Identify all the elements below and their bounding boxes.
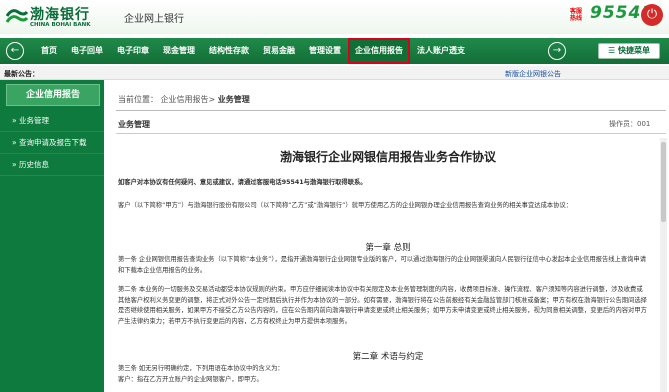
notice-bar: 最新公告： 新版企业网银公告	[0, 66, 669, 80]
arrow-right-icon[interactable]: →	[548, 42, 566, 60]
agreement-title: 渤海银行企业网银信用报告业务合作协议	[279, 150, 496, 164]
nav-items: 首页 电子回单 电子印章 现金管理 结构性存款 贸易金融 管理设置 企业信用报告…	[34, 38, 472, 64]
bank-logo[interactable]: 渤海银行 CHINA BOHAI BANK	[6, 4, 116, 32]
nav-item-e-receipt[interactable]: 电子回单	[64, 38, 110, 64]
divider	[116, 110, 666, 111]
arrow-left-icon[interactable]: ←	[6, 42, 24, 60]
divider	[116, 133, 666, 134]
main-nav: ← 首页 电子回单 电子印章 现金管理 结构性存款 贸易金融 管理设置 企业信用…	[0, 38, 669, 64]
nav-item-credit-report[interactable]: 企业信用报告	[348, 38, 410, 64]
agreement-notice: 如客户对本协议有任何疑问、意见或建议，请通过客服电话95541与渤海银行取得联系…	[118, 179, 367, 186]
logo-text-cn: 渤海银行	[30, 7, 90, 23]
chapter-1-title: 第一章 总则	[365, 243, 411, 253]
main-content: 当前位置： 企业信用报告> 业务管理 业务管理 操作员：001 渤海银行企业网银…	[104, 80, 669, 392]
nav-item-e-seal[interactable]: 电子印章	[110, 38, 156, 64]
agreement-intro: 客户（以下简称“甲方”）与渤海银行股份有限公司（以下简称“乙方”或“渤海银行”）…	[118, 202, 573, 209]
sidebar-item-history[interactable]: » 历史信息	[0, 154, 104, 176]
chapter-2-title: 第二章 术语与约定	[352, 352, 424, 362]
article-3: 第三条 如无另行明确约定，下列用语在本协议中的含义为：	[118, 365, 284, 372]
panel-title: 业务管理	[118, 120, 150, 129]
scrollbar-thumb[interactable]	[661, 142, 666, 222]
page: 渤海银行 CHINA BOHAI BANK 企业网上银行 客服 热线 95541 …	[0, 0, 669, 392]
sidebar-item-business-management[interactable]: » 业务管理	[0, 110, 104, 132]
nav-item-cash-management[interactable]: 现金管理	[156, 38, 202, 64]
sidebar-title: 企业信用报告	[6, 84, 100, 106]
nav-item-structured-deposit[interactable]: 结构性存款	[202, 38, 256, 64]
quick-menu-button[interactable]: ☰ 快捷菜单	[598, 43, 660, 59]
power-icon[interactable]: ⏻	[641, 4, 663, 26]
nav-item-home[interactable]: 首页	[34, 38, 64, 64]
breadcrumb-prefix: 当前位置：	[118, 95, 158, 104]
hotline-label: 客服 热线	[570, 8, 583, 22]
operator-id: 操作员：001	[609, 120, 651, 128]
site-title: 企业网上银行	[124, 14, 184, 25]
article-1: 第一条 企业网银信用报告查询业务（以下简称“本业务”），是指开通渤海银行企业网银…	[118, 256, 647, 274]
breadcrumb: 当前位置： 企业信用报告> 业务管理	[118, 94, 250, 105]
logo-mark-icon	[6, 9, 28, 23]
nav-item-overdraft[interactable]: 法人账户透支	[410, 38, 472, 64]
breadcrumb-link[interactable]: 企业信用报告>	[161, 95, 216, 104]
breadcrumb-current: 业务管理	[217, 95, 250, 104]
agreement-document[interactable]: 渤海银行企业网银信用报告业务合作协议 如客户对本协议有任何疑问、意见或建议，请通…	[118, 138, 658, 392]
notice-label: 最新公告：	[4, 70, 39, 78]
notice-link[interactable]: 新版企业网银公告	[505, 69, 561, 79]
sidebar-list: » 业务管理 » 查询申请及报告下载 » 历史信息	[0, 110, 104, 176]
logo-text-en: CHINA BOHAI BANK	[30, 22, 91, 28]
scrollbar[interactable]	[660, 138, 667, 392]
article-2: 第二条 本业务的一切服务及交易活动都受本协议规则的约束。甲方应仔细阅读本协议中有…	[118, 286, 647, 325]
nav-item-trade-finance[interactable]: 贸易金融	[256, 38, 302, 64]
nav-item-settings[interactable]: 管理设置	[302, 38, 348, 64]
sidebar: 企业信用报告 » 业务管理 » 查询申请及报告下载 » 历史信息	[0, 80, 104, 392]
header: 渤海银行 CHINA BOHAI BANK 企业网上银行 客服 热线 95541 …	[0, 0, 669, 34]
sidebar-item-query-download[interactable]: » 查询申请及报告下载	[0, 132, 104, 154]
term-1: 客户：指在乙方开立账户的企业网银客户，即甲方。	[118, 376, 263, 383]
